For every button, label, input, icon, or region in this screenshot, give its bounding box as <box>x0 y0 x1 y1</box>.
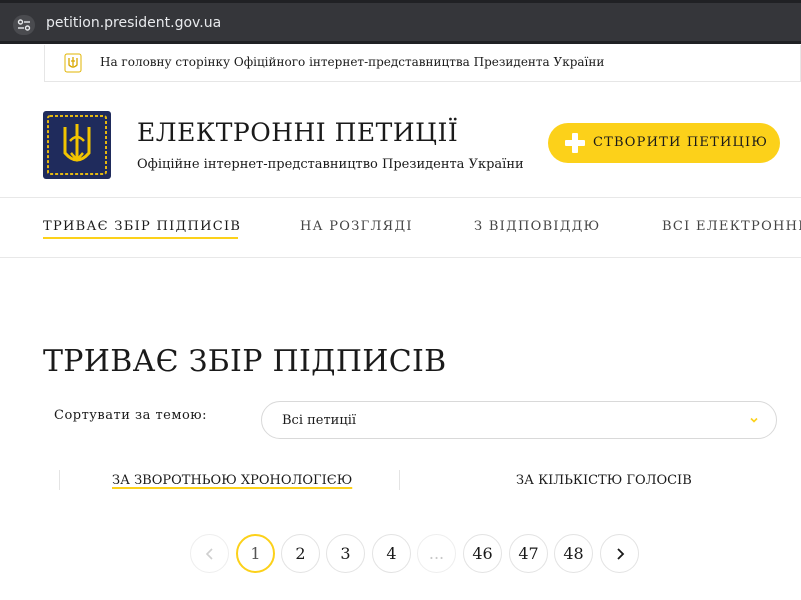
main-site-link[interactable]: На головну сторінку Офіційного інтернет-… <box>44 45 801 82</box>
tab-collecting-signatures[interactable]: ТРИВАЄ ЗБІР ПІДПИСІВ <box>43 219 241 234</box>
tab-under-review[interactable]: НА РОЗГЛЯДІ <box>300 219 413 234</box>
url-text[interactable]: petition.president.gov.ua <box>46 15 221 31</box>
divider <box>399 470 400 490</box>
tab-all-petitions[interactable]: ВСІ ЕЛЕКТРОННІ <box>662 219 801 234</box>
tab-answered[interactable]: З ВІДПОВІДДЮ <box>474 219 600 234</box>
sort-by-votes[interactable]: ЗА КІЛЬКІСТЮ ГОЛОСІВ <box>516 473 692 488</box>
trident-emblem-icon <box>47 115 107 175</box>
active-tab-indicator <box>43 237 238 239</box>
page-button[interactable]: 3 <box>326 534 365 573</box>
chevron-down-icon <box>750 417 758 423</box>
prev-page-button[interactable] <box>190 534 229 573</box>
address-bar[interactable]: petition.president.gov.ua <box>0 3 801 41</box>
page-title: ТРИВАЄ ЗБІР ПІДПИСІВ <box>43 344 447 379</box>
page-ellipsis: ... <box>417 534 456 573</box>
trident-emblem-icon <box>64 53 82 73</box>
sort-topic-label: Сортувати за темою: <box>54 408 207 423</box>
tune-icon[interactable] <box>13 15 35 35</box>
plus-icon <box>565 133 585 153</box>
sort-by-date[interactable]: ЗА ЗВОРОТНЬОЮ ХРОНОЛОГІЄЮ <box>112 473 352 488</box>
page-button[interactable]: 48 <box>554 534 593 573</box>
page-button[interactable]: 1 <box>236 534 275 573</box>
topic-select-value: Всі петиції <box>282 413 357 428</box>
divider <box>0 197 801 198</box>
page-button[interactable]: 47 <box>509 534 548 573</box>
page-button[interactable]: 2 <box>281 534 320 573</box>
create-petition-label: СТВОРИТИ ПЕТИЦІЮ <box>593 135 769 150</box>
divider <box>0 257 801 258</box>
divider <box>59 470 60 490</box>
site-title[interactable]: ЕЛЕКТРОННІ ПЕТИЦІЇ <box>137 118 458 147</box>
browser-toolbar: petition.president.gov.ua <box>0 0 801 44</box>
create-petition-button[interactable]: СТВОРИТИ ПЕТИЦІЮ <box>548 123 780 163</box>
site-subtitle: Офіційне інтернет-представництво Президе… <box>137 157 524 172</box>
page-button[interactable]: 46 <box>463 534 502 573</box>
site-logo[interactable] <box>43 111 111 179</box>
next-page-button[interactable] <box>600 534 639 573</box>
chevron-left-icon <box>205 548 213 560</box>
page-button[interactable]: 4 <box>372 534 411 573</box>
main-site-link-text: На головну сторінку Офіційного інтернет-… <box>100 55 605 69</box>
chevron-right-icon <box>617 548 625 560</box>
topic-select[interactable]: Всі петиції <box>261 401 777 439</box>
